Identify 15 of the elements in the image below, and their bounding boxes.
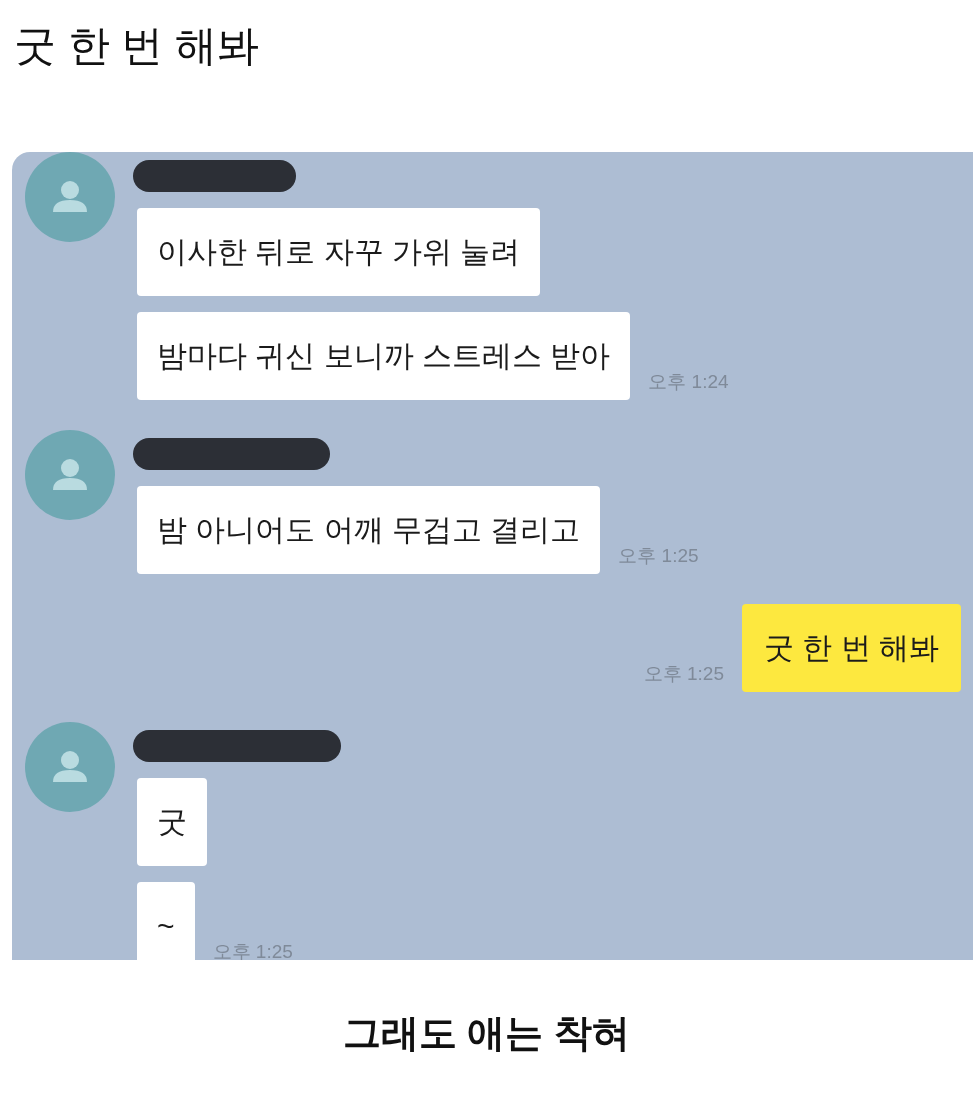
post-title: 굿 한 번 해봐 [14,22,259,69]
avatar-icon [25,152,115,242]
caption: 그래도 애는 착혀 [342,1011,631,1056]
message-time: 오후 1:25 [618,543,699,568]
message-time: 오후 1:25 [643,661,724,686]
avatar-icon [25,722,115,812]
message-bubble: 굿 한 번 해봐 [742,604,961,692]
message-time: 오후 1:24 [648,369,729,394]
message-bubble: 밤 아니어도 어깨 무겁고 결리고 [137,486,601,574]
message-bubble: 이사한 뒤로 자꾸 가위 눌려 [137,208,541,296]
message-bubble: 밤마다 귀신 보니까 스트레스 받아 [137,312,631,400]
avatar-icon [25,430,115,520]
message-bubble: ~ [137,882,195,960]
message-time: 오후 1:25 [212,939,293,960]
message-bubble: 굿 [137,778,207,866]
